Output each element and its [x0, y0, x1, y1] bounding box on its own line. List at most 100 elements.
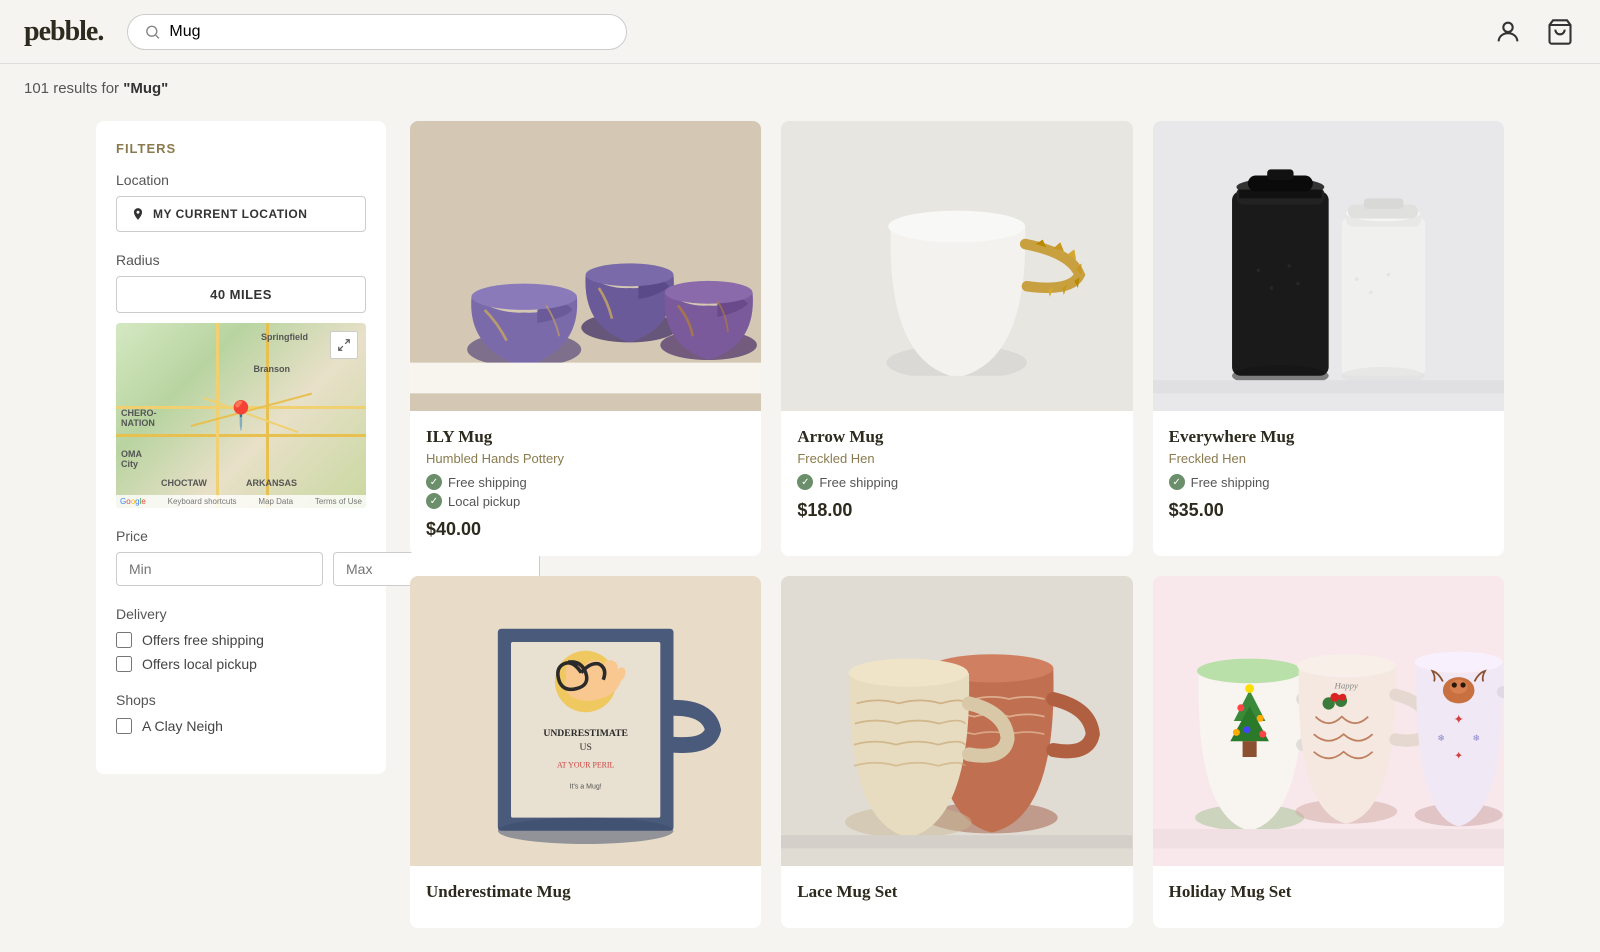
product-price-3: $35.00: [1169, 500, 1488, 521]
filters-title: FILTERS: [116, 141, 366, 156]
map-label-springfield: Springfield: [261, 332, 308, 342]
product-price-2: $18.00: [797, 500, 1116, 521]
price-label: Price: [116, 528, 366, 544]
clay-neigh-label[interactable]: A Clay Neigh: [142, 718, 223, 734]
product-info-2: Arrow Mug Freckled Hen ✓ Free shipping $…: [781, 411, 1132, 537]
search-icon: [144, 23, 161, 41]
local-pickup-checkbox[interactable]: [116, 656, 132, 672]
product-shop-3: Freckled Hen: [1169, 451, 1488, 466]
product-name-4: Underestimate Mug: [426, 882, 745, 902]
cart-icon[interactable]: [1544, 16, 1576, 48]
product-info-3: Everywhere Mug Freckled Hen ✓ Free shipp…: [1153, 411, 1504, 537]
free-shipping-row: Offers free shipping: [116, 632, 366, 648]
radius-filter: Radius 40 MILES Springfield Branson CHER…: [116, 252, 366, 508]
product-badge-free-shipping-1: ✓ Free shipping: [426, 474, 745, 490]
location-button-label: MY CURRENT LOCATION: [153, 207, 307, 221]
product-name-1: ILY Mug: [426, 427, 745, 447]
account-icon[interactable]: [1492, 16, 1524, 48]
map-expand-button[interactable]: [330, 331, 358, 359]
shops-label: Shops: [116, 692, 366, 708]
free-shipping-label[interactable]: Offers free shipping: [142, 632, 264, 648]
results-header: 101 results for "Mug": [0, 64, 1600, 97]
svg-text:Happy: Happy: [1333, 681, 1357, 691]
price-row: [116, 552, 366, 586]
product-info-5: Lace Mug Set: [781, 866, 1132, 928]
svg-text:US: US: [579, 742, 591, 753]
product-badge-local-pickup-1: ✓ Local pickup: [426, 493, 745, 509]
location-label: Location: [116, 172, 366, 188]
badge-label: Free shipping: [1191, 475, 1270, 490]
svg-text:❄: ❄: [1437, 733, 1444, 743]
header-icons: [1492, 16, 1576, 48]
price-filter: Price: [116, 528, 366, 586]
map-terms: Terms of Use: [315, 497, 362, 506]
header: pebble.: [0, 0, 1600, 64]
product-name-5: Lace Mug Set: [797, 882, 1116, 902]
product-card-3[interactable]: Everywhere Mug Freckled Hen ✓ Free shipp…: [1153, 121, 1504, 556]
product-badge-free-shipping-2: ✓ Free shipping: [797, 474, 1116, 490]
product-info-6: Holiday Mug Set: [1153, 866, 1504, 928]
badge-label: Free shipping: [819, 475, 898, 490]
product-image-2: [781, 121, 1132, 411]
svg-text:AT YOUR PERIL: AT YOUR PERIL: [557, 761, 615, 770]
results-query: "Mug": [123, 80, 168, 97]
search-input[interactable]: [169, 23, 610, 41]
svg-text:❄: ❄: [1472, 733, 1479, 743]
product-image-3: [1153, 121, 1504, 411]
map-label-branson: Branson: [254, 364, 291, 374]
product-info-4: Underestimate Mug: [410, 866, 761, 928]
product-card-4[interactable]: UNDERESTIMATE US AT YOUR PERIL It's a Mu…: [410, 576, 761, 928]
pin-icon: [131, 207, 145, 221]
product-price-1: $40.00: [426, 519, 745, 540]
map-placeholder: Springfield Branson CHERO-NATION OMACity…: [116, 323, 366, 508]
map-label-city: OMACity: [121, 449, 142, 469]
product-image-4: UNDERESTIMATE US AT YOUR PERIL It's a Mu…: [410, 576, 761, 866]
product-card-6[interactable]: Happy: [1153, 576, 1504, 928]
free-shipping-checkbox[interactable]: [116, 632, 132, 648]
check-icon: ✓: [426, 493, 442, 509]
check-icon: ✓: [1169, 474, 1185, 490]
map-attribution: Google Keyboard shortcuts Map Data Terms…: [116, 495, 366, 508]
logo[interactable]: pebble.: [24, 16, 103, 48]
badge-label: Free shipping: [448, 475, 527, 490]
product-name-2: Arrow Mug: [797, 427, 1116, 447]
delivery-label: Delivery: [116, 606, 366, 622]
product-name-3: Everywhere Mug: [1169, 427, 1488, 447]
product-shop-2: Freckled Hen: [797, 451, 1116, 466]
radius-button[interactable]: 40 MILES: [116, 276, 366, 313]
main-container: FILTERS Location MY CURRENT LOCATION Rad…: [72, 97, 1528, 952]
location-filter: Location MY CURRENT LOCATION: [116, 172, 366, 232]
map-label-chero: CHERO-NATION: [121, 408, 157, 428]
check-icon: ✓: [426, 474, 442, 490]
product-badge-free-shipping-3: ✓ Free shipping: [1169, 474, 1488, 490]
sidebar: FILTERS Location MY CURRENT LOCATION Rad…: [96, 121, 386, 774]
map-container: Springfield Branson CHERO-NATION OMACity…: [116, 323, 366, 508]
search-bar[interactable]: [127, 14, 627, 50]
map-label-choctaw: CHOCTAW: [161, 478, 207, 488]
map-label-arkansas: ARKANSAS: [246, 478, 297, 488]
clay-neigh-checkbox[interactable]: [116, 718, 132, 734]
product-info-1: ILY Mug Humbled Hands Pottery ✓ Free shi…: [410, 411, 761, 556]
location-button[interactable]: MY CURRENT LOCATION: [116, 196, 366, 232]
product-grid: ILY Mug Humbled Hands Pottery ✓ Free shi…: [410, 121, 1504, 928]
map-pin: 📍: [224, 399, 259, 433]
product-shop-1: Humbled Hands Pottery: [426, 451, 745, 466]
price-min-input[interactable]: [116, 552, 323, 586]
local-pickup-row: Offers local pickup: [116, 656, 366, 672]
local-pickup-label[interactable]: Offers local pickup: [142, 656, 257, 672]
delivery-filter: Delivery Offers free shipping Offers loc…: [116, 606, 366, 672]
product-card-1[interactable]: ILY Mug Humbled Hands Pottery ✓ Free shi…: [410, 121, 761, 556]
map-data: Map Data: [258, 497, 293, 506]
results-count: 101: [24, 80, 49, 97]
svg-text:It's a Mug!: It's a Mug!: [570, 784, 602, 791]
svg-text:✦: ✦: [1454, 750, 1463, 762]
clay-neigh-row: A Clay Neigh: [116, 718, 366, 734]
svg-text:UNDERESTIMATE: UNDERESTIMATE: [543, 728, 628, 739]
badge-label: Local pickup: [448, 494, 520, 509]
product-image-6: Happy: [1153, 576, 1504, 866]
product-card-2[interactable]: Arrow Mug Freckled Hen ✓ Free shipping $…: [781, 121, 1132, 556]
product-image-1: [410, 121, 761, 411]
product-card-5[interactable]: Lace Mug Set: [781, 576, 1132, 928]
radius-label: Radius: [116, 252, 366, 268]
shops-filter: Shops A Clay Neigh: [116, 692, 366, 734]
